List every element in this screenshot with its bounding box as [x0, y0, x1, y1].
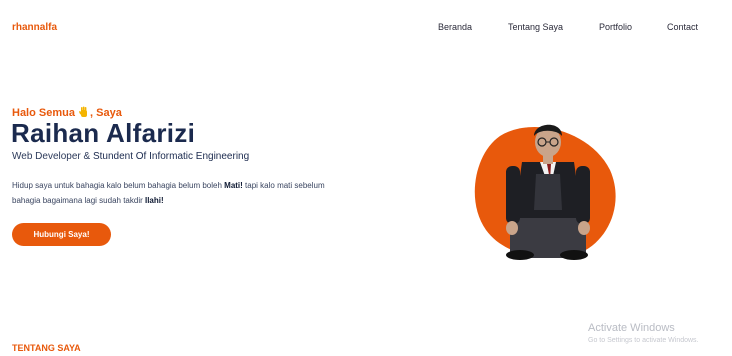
waving-hand-icon	[79, 106, 88, 117]
description-bold-2: Ilahi!	[144, 196, 164, 205]
role-study: Stundent Of Informatic Engineering	[92, 151, 250, 162]
section-title-about: TENTANG SAYA	[12, 343, 81, 353]
nav-beranda[interactable]: Beranda	[438, 22, 472, 32]
nav-portfolio[interactable]: Portfolio	[599, 22, 632, 32]
hero-name: Raihan Alfarizi	[11, 118, 196, 148]
hero-role: Web Developer & Stundent Of Informatic E…	[12, 151, 249, 162]
windows-activation-subtitle: Go to Settings to activate Windows.	[588, 337, 699, 344]
profile-photo	[474, 124, 616, 260]
description-text-1: Hidup saya untuk bahagia kalo belum baha…	[12, 181, 225, 190]
hero-description: Hidup saya untuk bahagia kalo belum baha…	[12, 178, 342, 208]
role-title: Web Developer &	[12, 151, 93, 162]
nav-tentang-saya[interactable]: Tentang Saya	[508, 22, 563, 32]
windows-activation-title: Activate Windows	[588, 322, 675, 334]
description-bold-1: Mati!	[224, 181, 243, 190]
nav-contact[interactable]: Contact	[667, 22, 698, 32]
contact-me-button[interactable]: Hubungi Saya!	[12, 223, 111, 246]
brand-logo[interactable]: rhannalfa	[12, 22, 57, 33]
